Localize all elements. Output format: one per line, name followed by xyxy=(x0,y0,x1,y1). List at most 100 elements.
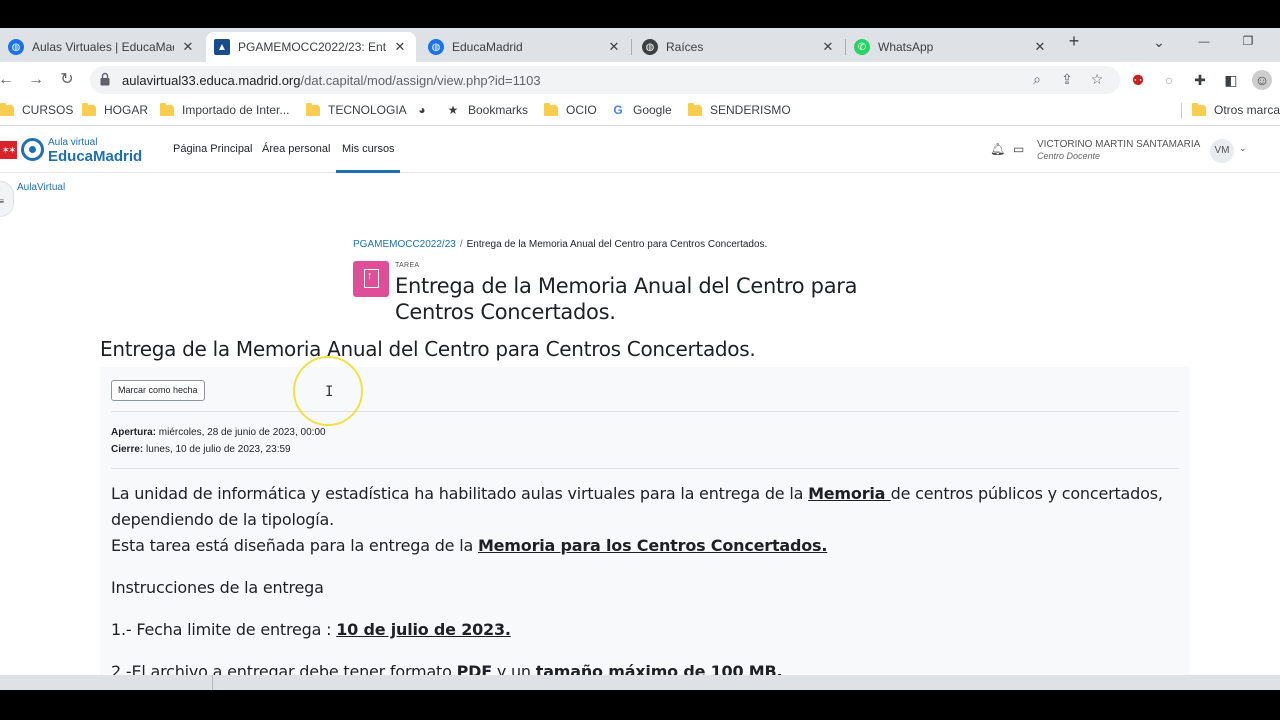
bookmark-separator xyxy=(1181,103,1192,119)
menu-icon: ≡ xyxy=(0,197,4,206)
chevron-down-icon[interactable]: ⌄ xyxy=(1239,143,1247,154)
tab-search-button[interactable]: ⌄ xyxy=(1147,34,1171,51)
mark-as-done-button[interactable]: Marcar como hecha xyxy=(111,380,205,401)
bookmark-senderismo[interactable]: SENDERISMO xyxy=(688,102,791,117)
educamadrid-logo-icon[interactable] xyxy=(21,138,44,161)
breadcrumb-current: Entrega de la Memoria Anual del Centro p… xyxy=(466,239,768,250)
activity-card: Marcar como hecha Apertura: miércoles, 2… xyxy=(100,367,1190,675)
description-paragraph: La unidad de informática y estadística h… xyxy=(111,481,1171,533)
url-path: /dat.capital/mod/assign/view.php?id=1103 xyxy=(300,73,541,88)
tab-educamadrid[interactable]: ◍ EducaMadrid ✕ xyxy=(420,32,630,62)
description-paragraph: Esta tarea está diseñada para la entrega… xyxy=(111,533,1171,559)
reload-button[interactable]: ↻ xyxy=(55,68,79,92)
tab-aulas-virtuales[interactable]: ◍ Aulas Virtuales | EducaMadrid ✕ xyxy=(0,32,204,62)
bookmark-label: TECNOLOGIA xyxy=(328,103,407,117)
bookmark-label: Google xyxy=(633,103,672,117)
course-index-toggle[interactable]: ≡ xyxy=(0,181,14,217)
zoom-icon[interactable]: ⌕ xyxy=(1028,71,1046,88)
share-icon[interactable]: ⇪ xyxy=(1058,71,1076,88)
browser-toolbar: ← → ↻ aulavirtual33.educa.madrid.org/dat… xyxy=(0,62,1280,98)
breadcrumb-course[interactable]: PGAMEMOCC2022/23 xyxy=(353,239,456,250)
bookmark-hogar[interactable]: HOGAR xyxy=(82,102,149,117)
minimize-button[interactable]: — xyxy=(1192,36,1216,48)
aulavirtual-link[interactable]: AulaVirtual xyxy=(17,182,65,193)
profile-avatar-icon[interactable]: ☺ xyxy=(1252,70,1272,90)
taskbar-strip xyxy=(0,675,1280,690)
site-navbar: ✶✶ Aula virtual EducaMadrid Página Princ… xyxy=(0,127,1280,173)
logo-title[interactable]: EducaMadrid xyxy=(48,148,142,165)
extension-icon[interactable]: ⚉ xyxy=(1128,70,1148,90)
bookmark-star-icon[interactable]: ☆ xyxy=(1088,71,1106,88)
text-cursor-icon: I xyxy=(325,384,334,400)
whatsapp-icon: ✆ xyxy=(854,39,870,55)
nav-pagina-principal[interactable]: Página Principal xyxy=(173,143,253,155)
text: La unidad de informática y estadística h… xyxy=(111,484,809,503)
bell-icon[interactable]: 🔔︎ xyxy=(990,142,1005,156)
nav-area-personal[interactable]: Área personal xyxy=(262,143,331,155)
bookmark-label: SENDERISMO xyxy=(710,103,791,117)
url-text: aulavirtual33.educa.madrid.org/dat.capit… xyxy=(122,73,541,88)
circle-extension-icon[interactable]: ○ xyxy=(1159,70,1179,90)
folder-icon xyxy=(0,102,14,116)
comunidad-madrid-flag-icon: ✶✶ xyxy=(0,141,17,159)
close-icon[interactable]: ✕ xyxy=(392,39,408,55)
size-text: tamaño máximo de 100 MB. xyxy=(535,662,783,675)
page-content: ✶✶ Aula virtual EducaMadrid Página Princ… xyxy=(0,127,1280,675)
bookmark-label: HOGAR xyxy=(104,103,149,117)
text: y un xyxy=(491,662,536,675)
back-button[interactable]: ← xyxy=(0,68,18,92)
active-nav-indicator xyxy=(336,170,400,173)
folder-icon xyxy=(688,102,702,116)
tab-label: PGAMEMOCC2022/23: Entrega xyxy=(238,40,386,54)
bookmark-importado[interactable]: Importado de Inter... xyxy=(160,102,289,117)
browser-window: ◍ Aulas Virtuales | EducaMadrid ✕ ▲ PGAM… xyxy=(0,28,1280,690)
memoria-link[interactable]: Memoria xyxy=(808,484,891,503)
memoria-concertados-link[interactable]: Memoria para los Centros Concertados. xyxy=(478,536,828,555)
tab-raices[interactable]: ◍ Raíces ✕ xyxy=(634,32,844,62)
close-icon[interactable]: ✕ xyxy=(606,39,622,55)
bookmark-google[interactable]: G Google xyxy=(611,103,672,117)
nav-mis-cursos[interactable]: Mis cursos xyxy=(342,143,395,155)
assignment-icon xyxy=(353,261,389,297)
lock-icon xyxy=(100,72,110,86)
bookmark-tecnologia[interactable]: TECNOLOGIA xyxy=(306,102,407,117)
side-panel-icon[interactable]: ◧ xyxy=(1221,70,1241,90)
puzzle-icon[interactable]: ✚ xyxy=(1190,70,1210,90)
tab-whatsapp[interactable]: ✆ WhatsApp ✕ xyxy=(846,32,1056,62)
format-text: PDF xyxy=(456,662,493,675)
restore-button[interactable]: ❐ xyxy=(1236,34,1260,48)
open-date-label: Apertura: xyxy=(111,427,157,438)
user-name[interactable]: VICTORINO MARTIN SANTAMARIA xyxy=(1037,139,1200,150)
close-icon[interactable]: ✕ xyxy=(1032,39,1048,55)
instruction-step-1: 1.- Fecha limite de entrega : 10 de juli… xyxy=(111,617,1171,643)
folder-icon xyxy=(306,102,320,116)
tab-pgamemocc[interactable]: ▲ PGAMEMOCC2022/23: Entrega ✕ xyxy=(206,32,416,62)
text: 1.- Fecha limite de entrega : xyxy=(111,620,337,639)
bookmark-globe[interactable]: ◕ xyxy=(415,103,437,117)
folder-icon xyxy=(160,102,174,116)
text: 2.-El archivo a entregar debe tener form… xyxy=(111,662,457,675)
avatar[interactable]: VM xyxy=(1210,139,1234,163)
text: Esta tarea está diseñada para la entrega… xyxy=(111,536,478,555)
folder-icon xyxy=(544,102,558,116)
bookmark-bookmarks[interactable]: ★ Bookmarks xyxy=(446,103,528,117)
bookmark-ocio[interactable]: OCIO xyxy=(544,102,597,117)
close-date-label: Cierre: xyxy=(111,444,144,455)
breadcrumb: PGAMEMOCC2022/23/Entrega de la Memoria A… xyxy=(353,239,767,250)
instruction-step-2: 2.-El archivo a entregar debe tener form… xyxy=(111,659,1171,675)
tab-label: WhatsApp xyxy=(878,40,934,54)
google-icon: G xyxy=(613,103,623,117)
chat-icon[interactable]: ▭ xyxy=(1013,142,1024,156)
bookmark-label: CURSOS xyxy=(22,103,74,117)
address-bar[interactable]: aulavirtual33.educa.madrid.org/dat.capit… xyxy=(90,66,1120,94)
close-date: Cierre: lunes, 10 de julio de 2023, 23:5… xyxy=(111,444,291,455)
forward-button[interactable]: → xyxy=(24,68,48,92)
close-icon[interactable]: ✕ xyxy=(820,39,836,55)
bookmark-cursos[interactable]: CURSOS xyxy=(0,102,74,117)
new-tab-button[interactable]: + xyxy=(1062,31,1086,52)
close-icon[interactable]: ✕ xyxy=(180,39,196,55)
globe-icon: ◍ xyxy=(8,39,24,55)
bookmarks-bar: CURSOS HOGAR Importado de Inter... TECNO… xyxy=(0,98,1280,126)
bookmark-otros[interactable]: Otros marcad xyxy=(1192,102,1280,117)
close-date-value: lunes, 10 de julio de 2023, 23:59 xyxy=(146,444,291,455)
